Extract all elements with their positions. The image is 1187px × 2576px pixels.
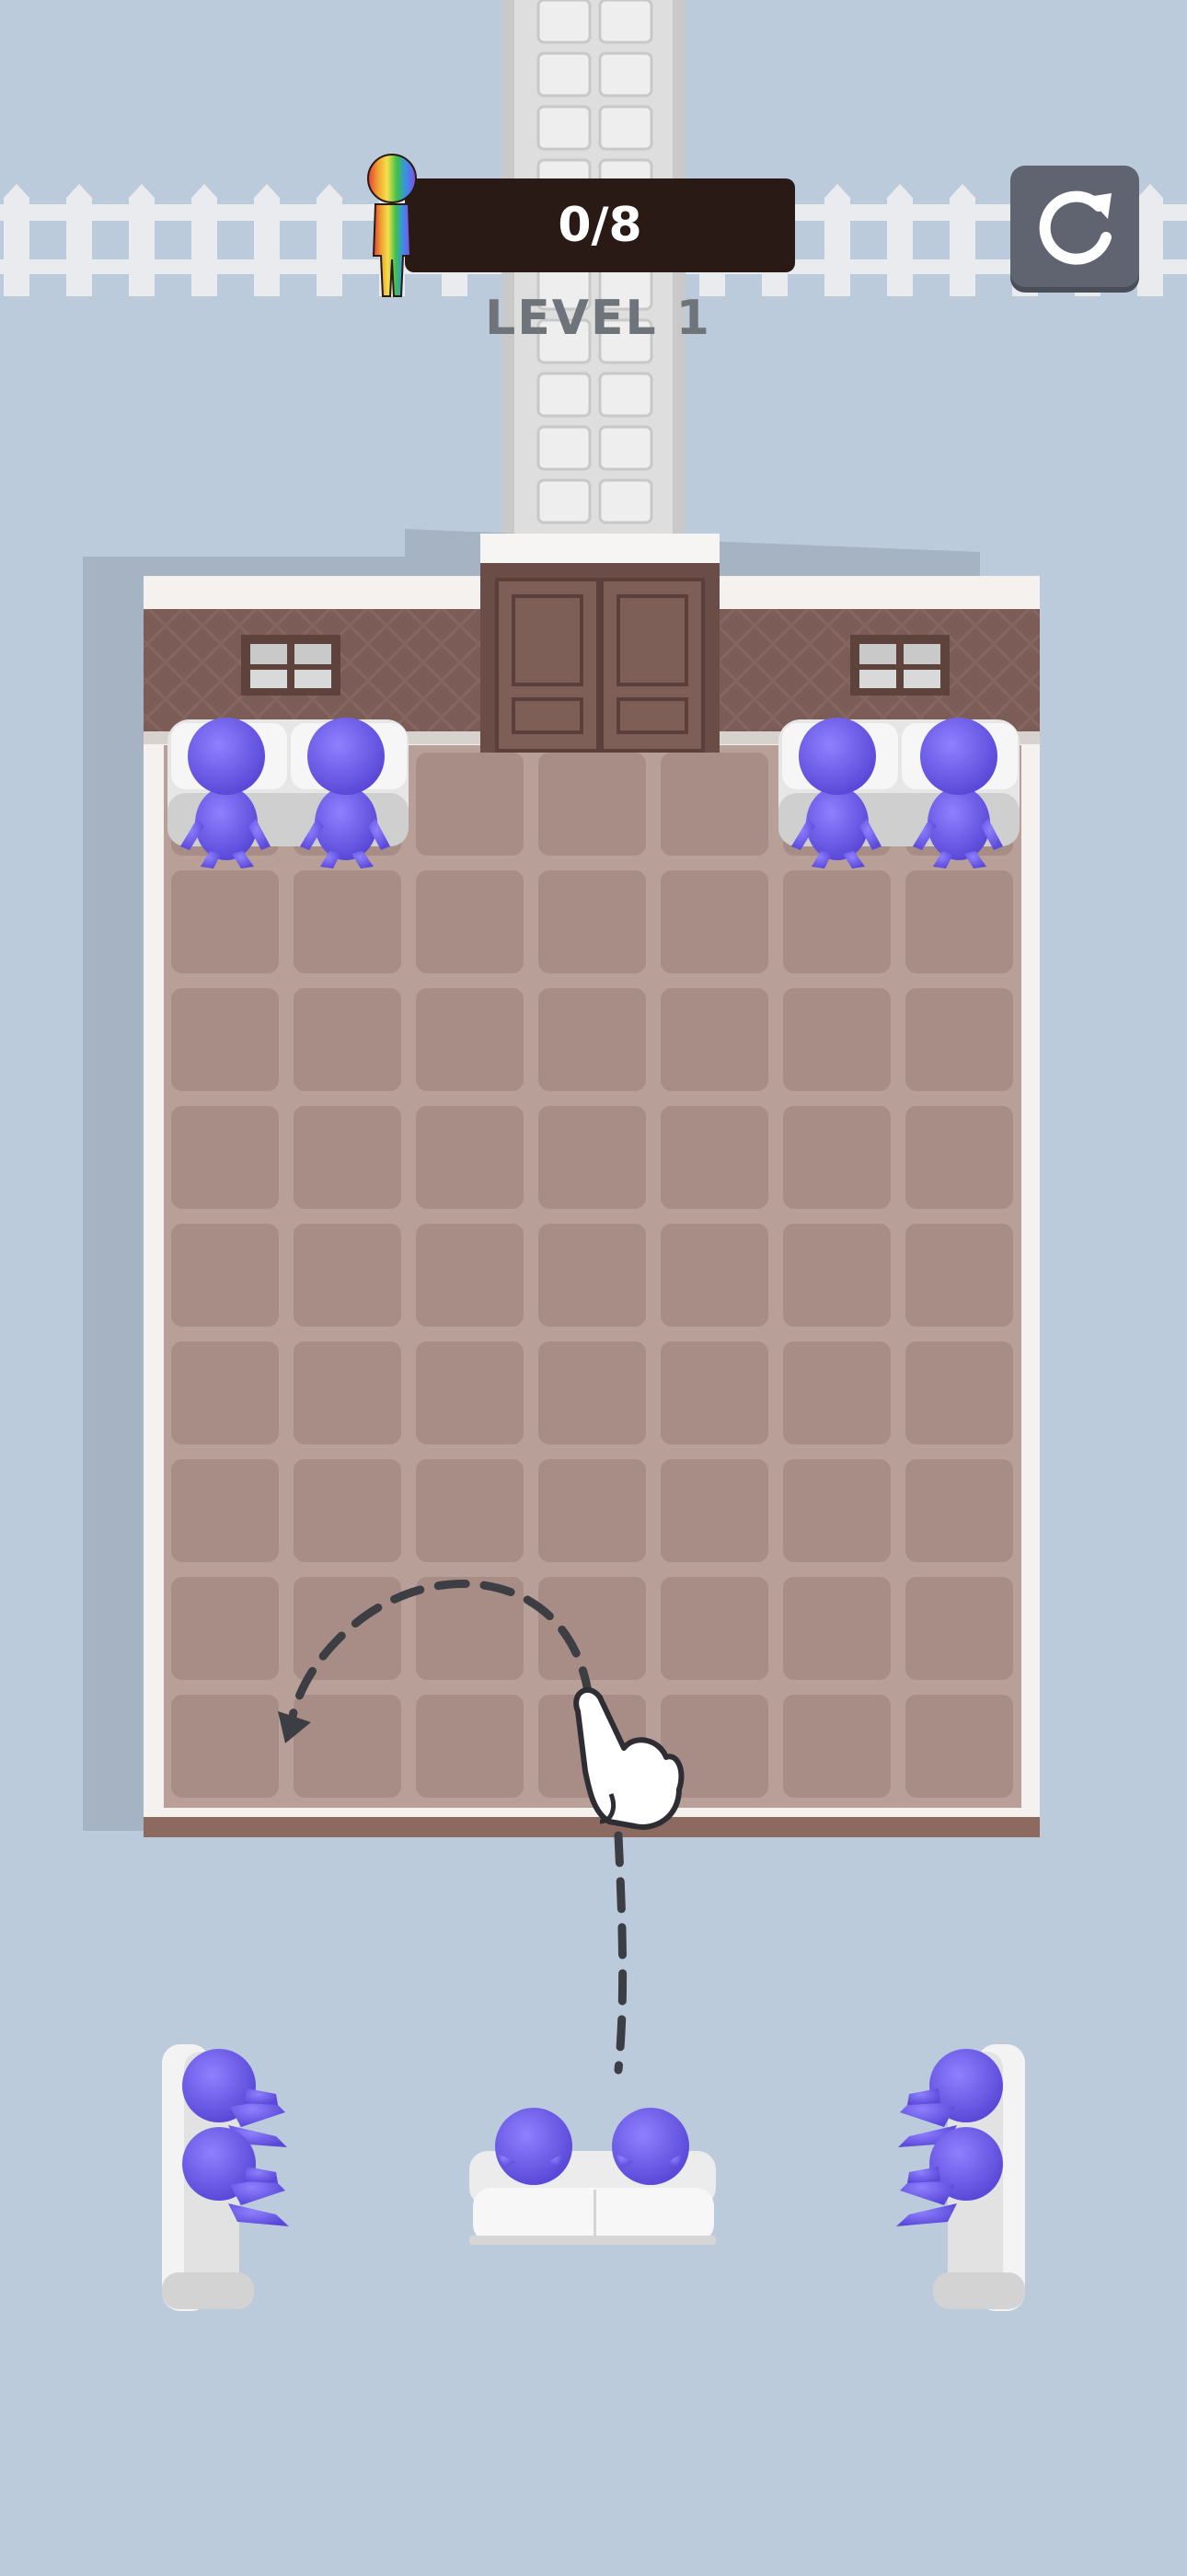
game-stage[interactable]: 0/8 LEVEL 1: [0, 0, 1187, 2572]
window-right: [850, 635, 950, 696]
character-outside-4[interactable]: [612, 2108, 689, 2185]
restart-button[interactable]: [1010, 166, 1139, 287]
hud: 0/8 LEVEL 1: [0, 0, 1187, 386]
entrance-door: [480, 534, 720, 753]
character-outside-3[interactable]: [495, 2108, 572, 2185]
progress-counter: 0/8: [558, 198, 642, 253]
window-left: [241, 635, 340, 696]
level-label: LEVEL 1: [485, 291, 711, 346]
restart-icon: [1039, 190, 1112, 265]
room-floor: [164, 745, 1021, 1808]
